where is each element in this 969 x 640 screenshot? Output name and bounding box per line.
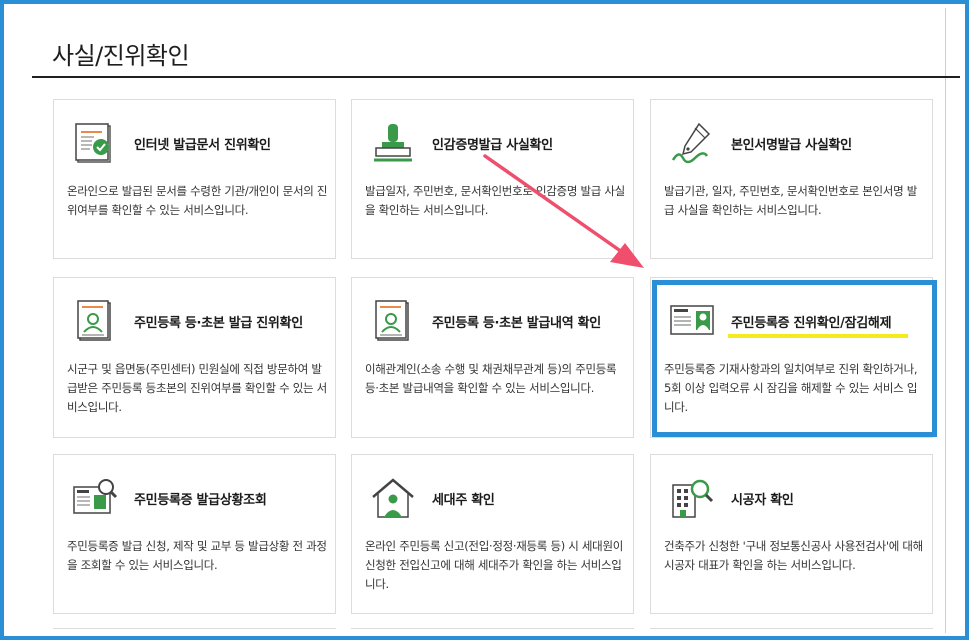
pen-signature-icon [671, 122, 711, 164]
card-contractor-confirm[interactable]: 시공자 확인 건축주가 신청한 '구내 정보통신공사 사용전검사'에 대해 시공… [650, 454, 933, 614]
card-title: 본인서명발급 사실확인 [731, 138, 852, 153]
next-row-card-edge [650, 628, 933, 634]
card-description: 발급일자, 주민번호, 문서확인번호로 인감증명 발급 사실을 확인하는 서비스… [365, 184, 625, 217]
card-title: 세대주 확인 [432, 493, 495, 508]
next-row-card-edge [351, 628, 634, 634]
card-description: 발급기관, 일자, 주민번호, 문서확인번호로 본인서명 발급 사실을 확인하는… [664, 184, 918, 217]
highlight-box [652, 280, 937, 437]
card-title: 시공자 확인 [731, 493, 794, 508]
card-id-card-issue-status[interactable]: 주민등록증 발급상황조회 주민등록증 발급 신청, 제작 및 교부 등 발급상황… [53, 454, 336, 614]
stamp-icon [374, 124, 412, 162]
card-title: 주민등록 등·초본 발급 진위확인 [134, 316, 303, 331]
document-check-icon [75, 123, 111, 163]
building-search-icon [672, 479, 714, 518]
card-resident-copy-verify[interactable]: 주민등록 등·초본 발급 진위확인 시군구 및 읍면동(주민센터) 민원실에 직… [53, 277, 336, 438]
card-householder-confirm[interactable]: 세대주 확인 온라인 주민등록 신고(전입·정정·재등록 등) 시 세대원이 신… [351, 454, 634, 614]
card-title: 주민등록증 발급상황조회 [134, 493, 267, 508]
id-card-search-icon [73, 479, 118, 514]
card-description: 온라인 주민등록 신고(전입·정정·재등록 등) 시 세대원이 신청한 전입신고… [365, 539, 624, 591]
card-description: 이해관계인(소송 수행 및 채권채무관계 등)의 주민등록 등·초본 발급내역을… [365, 362, 617, 395]
right-edge-rule [945, 8, 946, 633]
card-description: 시군구 및 읍면동(주민센터) 민원실에 직접 방문하여 발급받은 주민등록 등… [67, 362, 327, 414]
card-resident-issue-history[interactable]: 주민등록 등·초본 발급내역 확인 이해관계인(소송 수행 및 채권채무관계 등… [351, 277, 634, 438]
next-row-card-edge [53, 628, 336, 634]
title-divider [32, 76, 960, 78]
card-seal-certificate-verify[interactable]: 인감증명발급 사실확인 발급일자, 주민번호, 문서확인번호로 인감증명 발급 … [351, 99, 634, 259]
card-title: 인터넷 발급문서 진위확인 [134, 138, 271, 153]
card-description: 온라인으로 발급된 문서를 수령한 기관/개인이 문서의 진위여부를 확인할 수… [67, 184, 328, 217]
card-internet-document-verify[interactable]: 인터넷 발급문서 진위확인 온라인으로 발급된 문서를 수령한 기관/개인이 문… [53, 99, 336, 259]
card-description: 주민등록증 발급 신청, 제작 및 교부 등 발급상황 전 과정을 조회할 수 … [67, 539, 327, 572]
card-title: 인감증명발급 사실확인 [432, 138, 553, 153]
card-description: 건축주가 신청한 '구내 정보통신공사 사용전검사'에 대해 시공자 대표가 확… [664, 539, 923, 572]
resident-history-icon [375, 300, 409, 341]
page-title: 사실/진위확인 [52, 42, 190, 70]
house-person-icon [372, 478, 414, 518]
card-title: 주민등록 등·초본 발급내역 확인 [432, 316, 601, 331]
card-signature-verify[interactable]: 본인서명발급 사실확인 발급기관, 일자, 주민번호, 문서확인번호로 본인서명… [650, 99, 933, 259]
resident-document-icon [77, 300, 111, 341]
